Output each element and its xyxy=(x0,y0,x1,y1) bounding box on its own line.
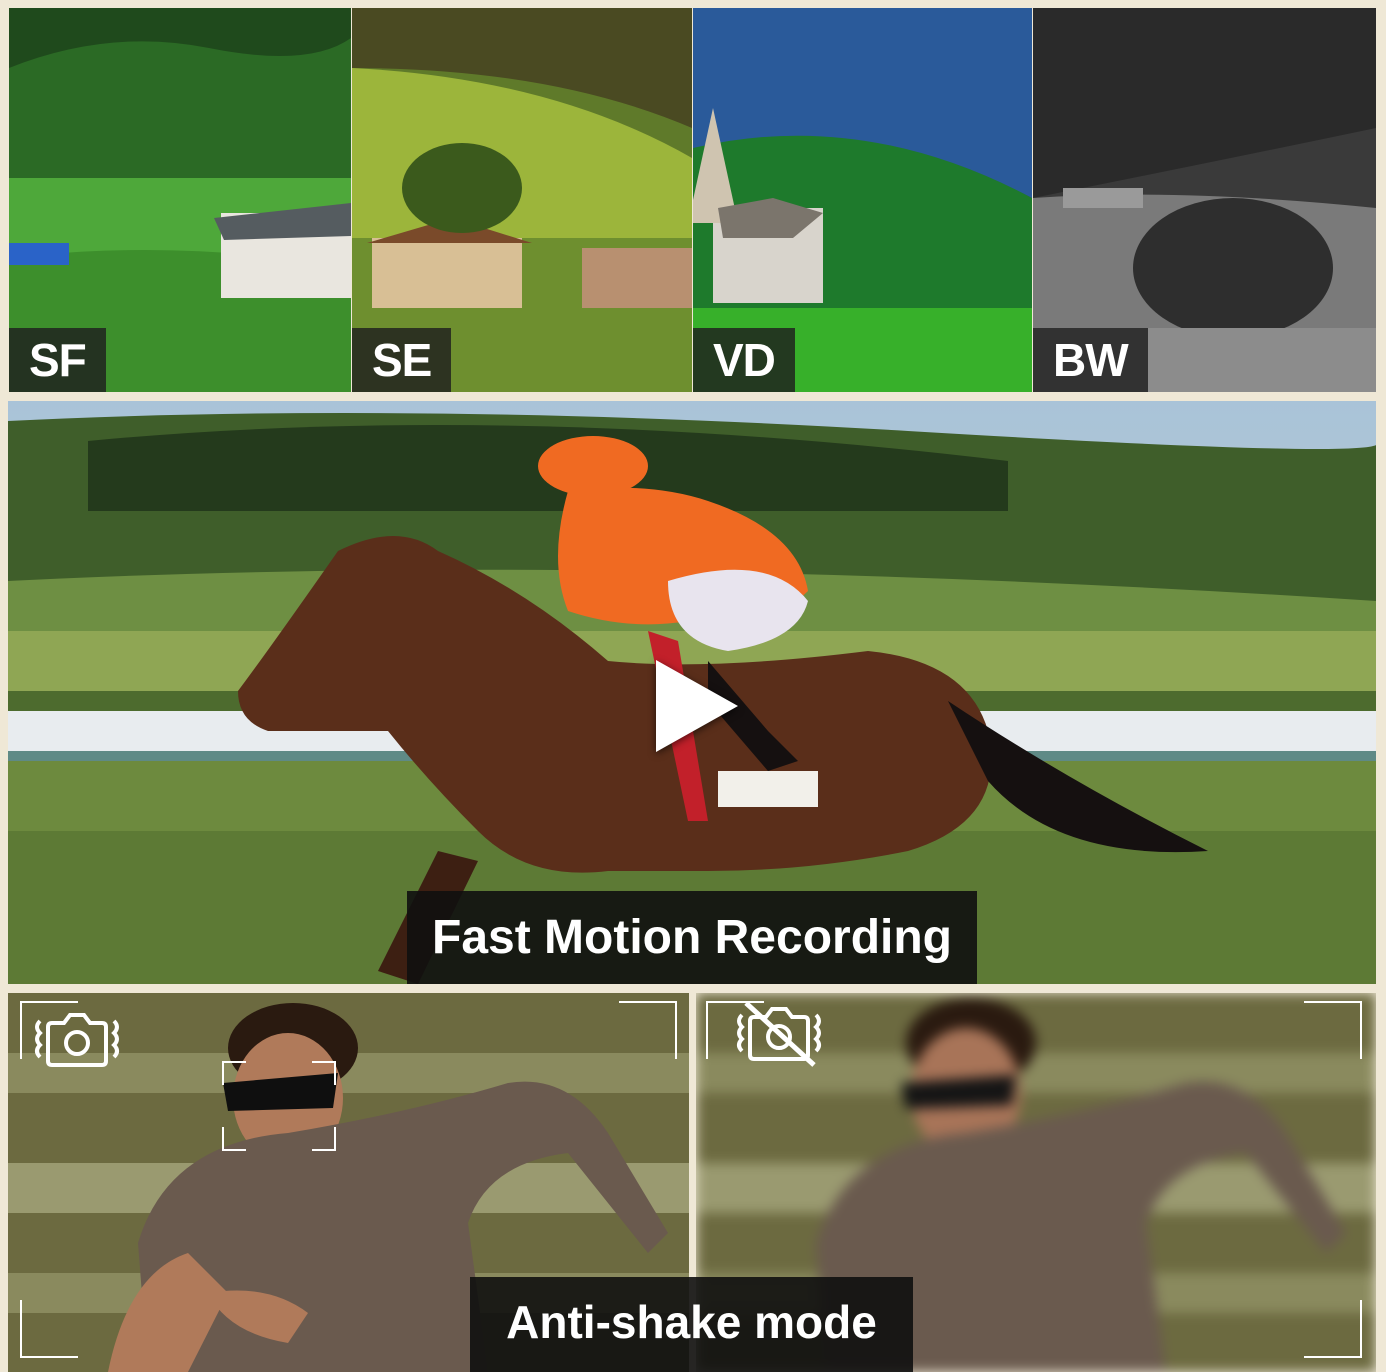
play-icon[interactable] xyxy=(656,660,738,752)
fast-motion-panel: Fast Motion Recording xyxy=(8,401,1376,984)
filter-label-bw: BW xyxy=(1033,328,1148,392)
focus-corner-top-left xyxy=(20,1001,78,1059)
face-frame-top-right xyxy=(312,1061,336,1085)
focus-corner-top-right xyxy=(619,1001,677,1059)
face-frame-bottom-right xyxy=(312,1127,336,1151)
filter-tile-bw: BW xyxy=(1033,8,1376,392)
filter-tile-vd: VD xyxy=(693,8,1032,392)
filter-tile-sf: SF xyxy=(9,8,351,392)
anti-shake-caption: Anti-shake mode xyxy=(470,1277,913,1372)
focus-corner-top-right xyxy=(1304,1001,1362,1059)
filter-label-sf: SF xyxy=(9,328,106,392)
fast-motion-caption: Fast Motion Recording xyxy=(407,891,977,984)
face-frame-top-left xyxy=(222,1061,246,1085)
filter-label-vd: VD xyxy=(693,328,795,392)
focus-corner-top-left xyxy=(706,1001,764,1059)
focus-corner-bottom-right xyxy=(1304,1300,1362,1358)
face-frame-bottom-left xyxy=(222,1127,246,1151)
focus-corner-bottom-left xyxy=(20,1300,78,1358)
filter-tile-se: SE xyxy=(352,8,692,392)
filter-label-se: SE xyxy=(352,328,452,392)
filter-strip: SF SE VD BW xyxy=(9,8,1376,392)
